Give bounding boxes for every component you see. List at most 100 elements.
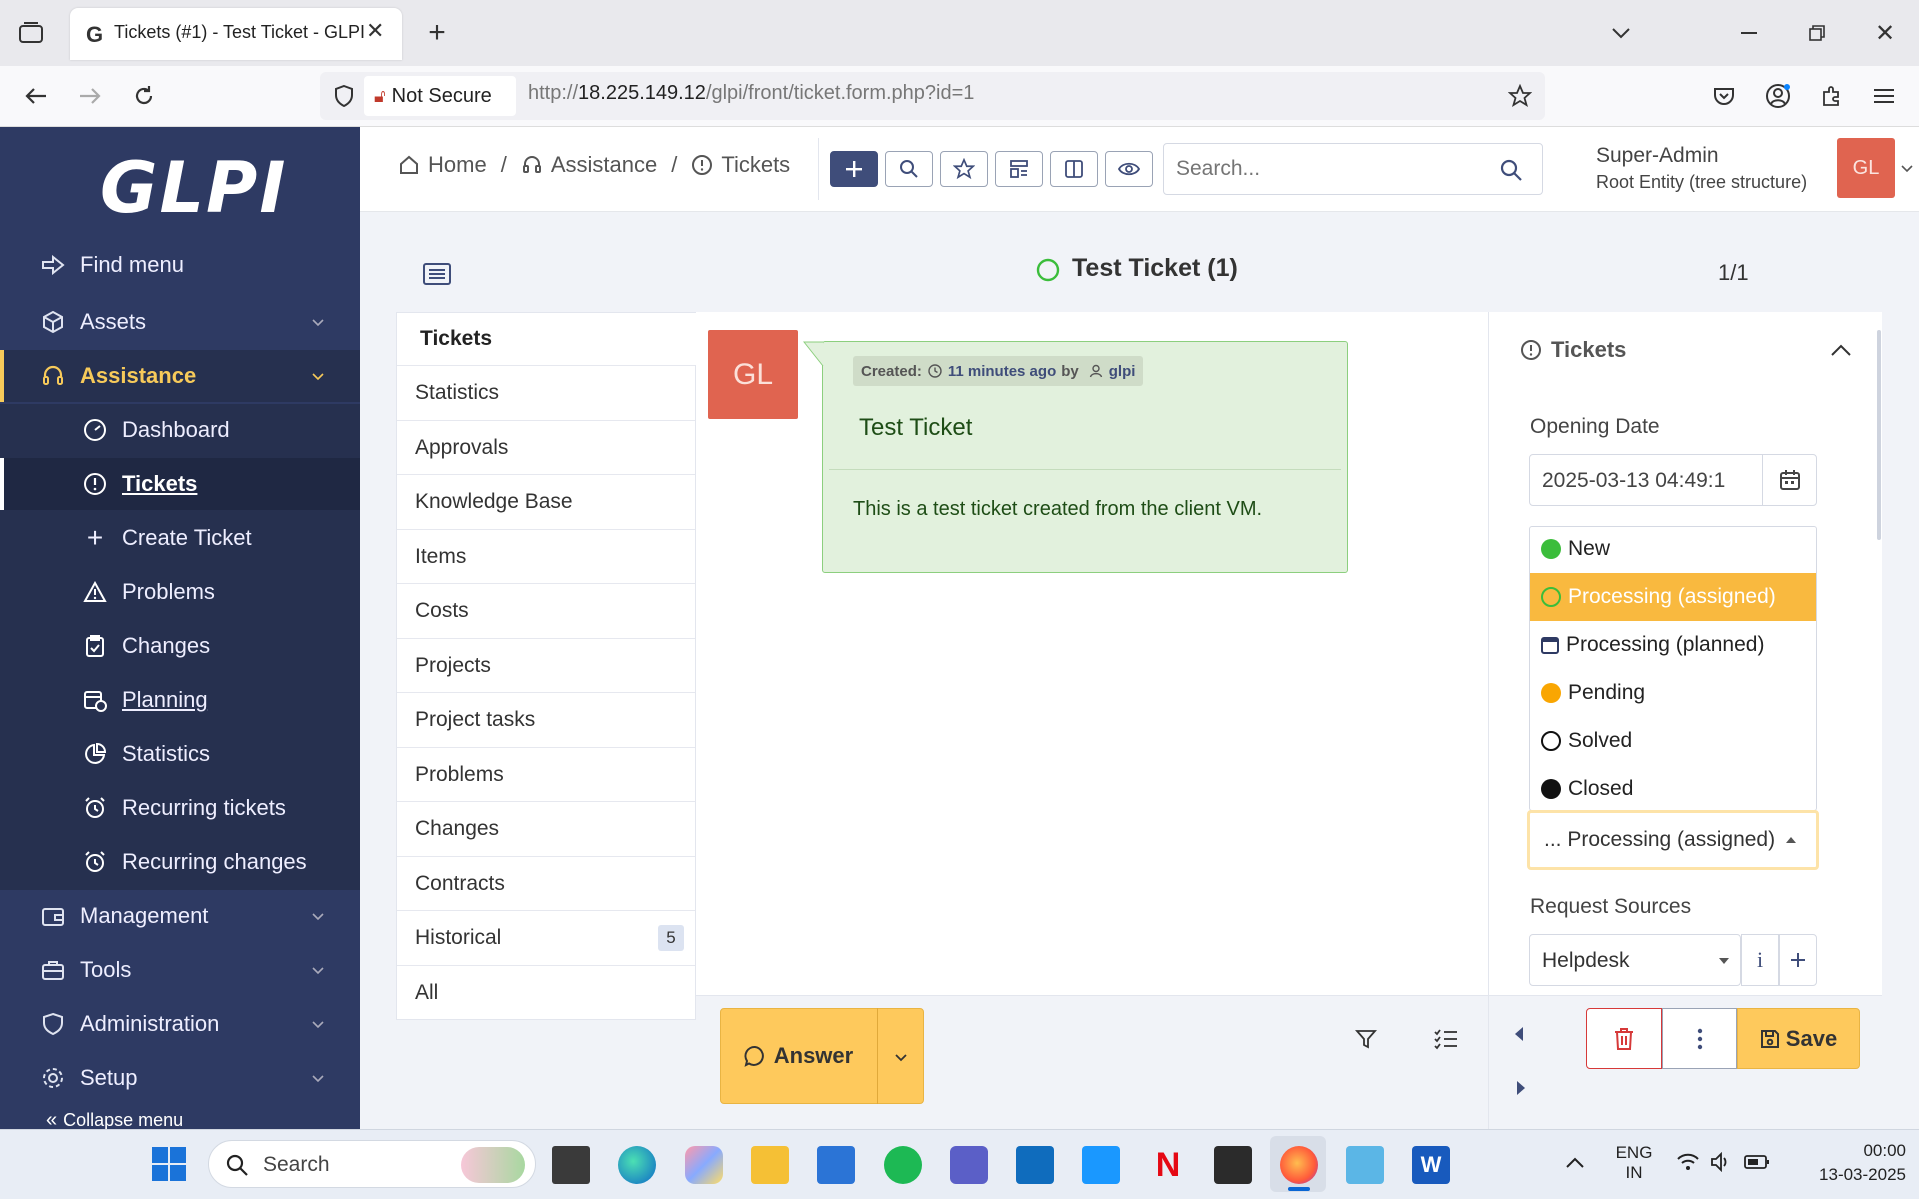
word-icon[interactable]: W — [1412, 1146, 1450, 1184]
user-avatar[interactable]: GL — [1837, 138, 1895, 198]
status-option-pending[interactable]: Pending — [1530, 669, 1816, 717]
sidebar-item-changes[interactable]: Changes — [0, 620, 360, 672]
status-option-closed[interactable]: Closed — [1530, 765, 1816, 813]
sidebar-item-tickets[interactable]: Tickets — [0, 458, 360, 510]
new-tab-icon[interactable]: + — [420, 16, 454, 50]
templates-button[interactable] — [995, 151, 1043, 187]
request-source-info-button[interactable]: i — [1741, 934, 1779, 986]
sidebar-item-problems[interactable]: Problems — [0, 566, 360, 618]
search-icon[interactable] — [1499, 158, 1523, 182]
user-name[interactable]: Super-Admin — [1596, 144, 1719, 168]
saved-searches-button[interactable] — [940, 151, 988, 187]
teams-icon[interactable] — [950, 1146, 988, 1184]
back-icon[interactable] — [18, 78, 54, 114]
sidebar-item-administration[interactable]: Administration — [0, 998, 360, 1050]
spotify-icon[interactable] — [884, 1146, 922, 1184]
created-time[interactable]: 11 minutes ago — [948, 363, 1056, 380]
clock[interactable]: 00:00 13-03-2025 — [1796, 1141, 1906, 1185]
tab-project-tasks[interactable]: Project tasks — [397, 692, 695, 746]
sidebar-item-find-menu[interactable]: Find menu — [0, 239, 360, 291]
hamburger-menu-icon[interactable] — [1868, 80, 1900, 112]
chevron-up-icon[interactable] — [1565, 1156, 1585, 1170]
list-check-icon[interactable] — [1434, 1028, 1458, 1050]
task-view-icon[interactable] — [552, 1146, 590, 1184]
caret-left-icon[interactable] — [1514, 1026, 1524, 1042]
forward-icon[interactable] — [72, 78, 108, 114]
prime-video-icon[interactable] — [1082, 1146, 1120, 1184]
request-source-select[interactable]: Helpdesk — [1529, 934, 1741, 986]
tab-overview-icon[interactable] — [14, 16, 48, 50]
calendar-icon[interactable] — [1779, 469, 1801, 491]
bookmark-star-icon[interactable] — [1506, 82, 1534, 110]
chevron-down-icon[interactable] — [1901, 164, 1913, 174]
outlook-icon[interactable] — [1016, 1146, 1054, 1184]
glpi-logo[interactable]: GLPI — [100, 147, 287, 229]
restore-icon[interactable] — [1800, 18, 1834, 48]
edge-browser-icon[interactable] — [618, 1146, 656, 1184]
copilot-icon[interactable] — [685, 1146, 723, 1184]
sidebar-item-assets[interactable]: Assets — [0, 296, 360, 348]
tab-contracts[interactable]: Contracts — [397, 856, 695, 910]
chevron-down-icon[interactable] — [894, 1053, 908, 1063]
firefox-icon[interactable] — [1280, 1146, 1318, 1184]
pocket-icon[interactable] — [1708, 80, 1740, 112]
sidebar-item-management[interactable]: Management — [0, 890, 360, 942]
opening-date-field[interactable]: 2025-03-13 04:49:1 — [1529, 454, 1817, 506]
sidebar-item-assistance[interactable]: Assistance — [0, 350, 360, 402]
battery-icon[interactable] — [1744, 1154, 1770, 1170]
panel-scrollbar[interactable] — [1877, 330, 1881, 540]
tab-all[interactable]: All — [397, 965, 695, 1019]
list-tabs-chevron-icon[interactable] — [1604, 18, 1638, 48]
panel-header[interactable]: Tickets — [1551, 337, 1626, 363]
search-list-button[interactable] — [885, 151, 933, 187]
notepad-icon[interactable] — [1346, 1146, 1384, 1184]
filter-icon[interactable] — [1355, 1028, 1377, 1050]
status-option-new[interactable]: New — [1530, 525, 1816, 573]
watch-button[interactable] — [1105, 151, 1153, 187]
sidebar-item-setup[interactable]: Setup — [0, 1052, 360, 1104]
breadcrumb-assistance[interactable]: Assistance — [551, 152, 657, 178]
reload-icon[interactable] — [126, 78, 162, 114]
microsoft-store-icon[interactable] — [817, 1146, 855, 1184]
user-entity[interactable]: Root Entity (tree structure) — [1596, 172, 1807, 193]
language-indicator[interactable]: ENG IN — [1614, 1143, 1654, 1183]
chevron-up-icon[interactable] — [1830, 343, 1852, 357]
windows-start-icon[interactable] — [152, 1147, 186, 1181]
extensions-icon[interactable] — [1816, 80, 1848, 112]
caret-right-icon[interactable] — [1516, 1080, 1526, 1096]
status-option-solved[interactable]: Solved — [1530, 717, 1816, 765]
sidebar-item-tools[interactable]: Tools — [0, 944, 360, 996]
list-toggle-icon[interactable] — [423, 262, 451, 286]
tab-items[interactable]: Items — [397, 529, 695, 583]
sidebar-item-dashboard[interactable]: Dashboard — [0, 404, 360, 456]
tracking-shield-icon[interactable] — [330, 82, 358, 110]
breadcrumb-home[interactable]: Home — [428, 152, 487, 178]
browser-tab[interactable]: G Tickets (#1) - Test Ticket - GLPI ✕ — [70, 8, 402, 60]
volume-icon[interactable] — [1710, 1152, 1732, 1172]
more-actions-button[interactable] — [1662, 1008, 1737, 1069]
collapse-menu-button[interactable]: « Collapse menu — [46, 1110, 183, 1130]
delete-button[interactable] — [1586, 1008, 1662, 1069]
status-option-processing-planned[interactable]: Processing (planned) — [1530, 621, 1816, 669]
close-window-icon[interactable]: ✕ — [1868, 18, 1902, 48]
sidebar-item-create-ticket[interactable]: + Create Ticket — [0, 512, 360, 564]
tab-tickets[interactable]: Tickets — [398, 313, 696, 365]
sidebar-item-statistics[interactable]: Statistics — [0, 728, 360, 780]
answer-button[interactable]: Answer — [720, 1008, 877, 1104]
taskbar-search[interactable]: Search — [208, 1140, 536, 1188]
breadcrumb-tickets[interactable]: Tickets — [721, 152, 790, 178]
tab-knowledge-base[interactable]: Knowledge Base — [397, 474, 695, 528]
terminal-icon[interactable] — [1214, 1146, 1252, 1184]
netflix-icon[interactable]: N — [1149, 1146, 1187, 1184]
author-link[interactable]: glpi — [1109, 363, 1136, 380]
status-option-processing-assigned[interactable]: Processing (assigned) — [1530, 573, 1816, 621]
split-view-button[interactable] — [1050, 151, 1098, 187]
tab-projects[interactable]: Projects — [397, 638, 695, 692]
account-icon[interactable] — [1762, 80, 1794, 112]
tab-approvals[interactable]: Approvals — [397, 420, 695, 474]
sidebar-item-planning[interactable]: Planning — [0, 674, 360, 726]
file-explorer-icon[interactable] — [751, 1146, 789, 1184]
tab-problems[interactable]: Problems — [397, 747, 695, 801]
close-tab-icon[interactable]: ✕ — [366, 18, 384, 44]
sidebar-item-recurring-tickets[interactable]: Recurring tickets — [0, 782, 360, 834]
